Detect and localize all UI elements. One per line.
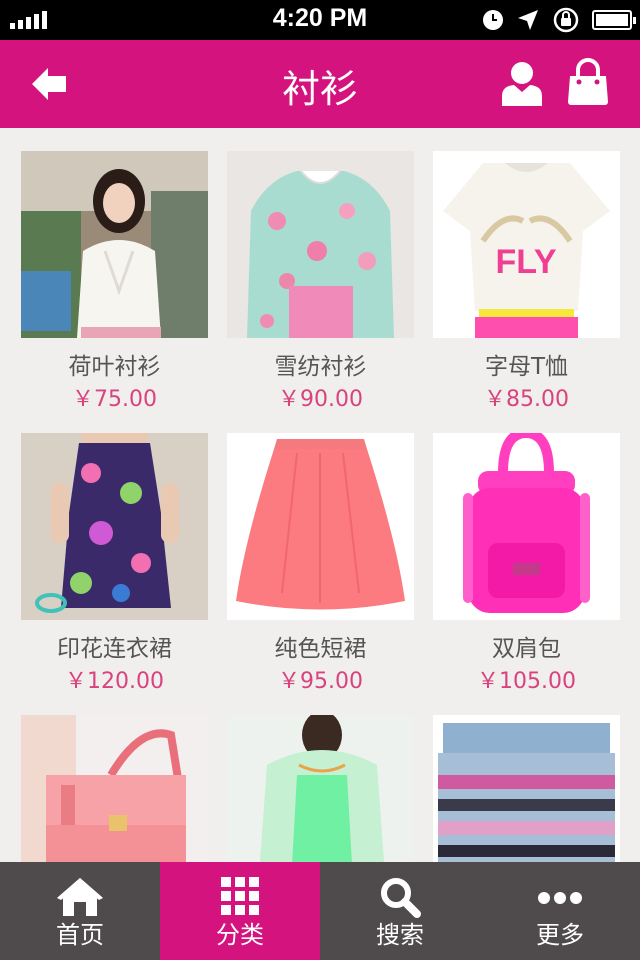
product-card[interactable]: 印花连衣裙 ￥120.00 [21, 433, 208, 696]
status-bar: 4:20 PM [0, 0, 640, 40]
product-card[interactable] [227, 715, 414, 862]
product-image[interactable] [433, 715, 620, 862]
battery-icon [592, 10, 636, 30]
product-price: ￥120.00 [65, 669, 164, 694]
home-icon [57, 878, 103, 916]
product-image[interactable] [227, 433, 414, 620]
product-card[interactable]: 雪纺衬衫 ￥90.00 [227, 151, 414, 414]
product-image[interactable] [21, 151, 208, 338]
product-card[interactable] [433, 715, 620, 862]
product-name: 印花连衣裙 [57, 636, 172, 662]
product-card[interactable]: 双肩包 ￥105.00 [433, 433, 620, 696]
product-name: 纯色短裙 [274, 636, 367, 662]
tshirt-print-text: FLY [495, 243, 556, 281]
product-card[interactable]: 荷叶衬衫 ￥75.00 [21, 151, 208, 414]
search-icon [381, 878, 421, 918]
page-title: 衬衫 [281, 67, 358, 111]
shopping-bag-icon[interactable] [566, 58, 610, 106]
tab-bar: 首页 分类 搜索 更多 [0, 862, 640, 960]
product-card[interactable] [21, 715, 208, 862]
product-name: 荷叶衬衫 [68, 354, 161, 380]
tab-label: 分类 [216, 921, 264, 949]
grid-icon [221, 877, 259, 915]
product-name: 双肩包 [492, 636, 561, 662]
product-image[interactable] [227, 151, 414, 338]
product-card[interactable]: 纯色短裙 ￥95.00 [227, 433, 414, 696]
product-card[interactable]: FLY 字母T恤 ￥85.00 [433, 151, 620, 414]
tab-label: 搜索 [376, 921, 424, 949]
clock-icon [483, 10, 503, 30]
product-grid: 荷叶衬衫 ￥75.00 雪纺衬衫 ￥90.00 FLY 字母T恤 ￥85.00 … [0, 128, 640, 862]
more-icon [538, 892, 582, 904]
product-price: ￥105.00 [477, 669, 576, 694]
product-image[interactable] [227, 715, 414, 862]
product-image[interactable] [21, 433, 208, 620]
tab-label: 更多 [536, 921, 584, 949]
product-price: ￥95.00 [278, 669, 363, 694]
product-image[interactable]: FLY [433, 151, 620, 338]
location-arrow-icon [518, 10, 538, 30]
product-name: 雪纺衬衫 [274, 354, 367, 380]
tab-label: 首页 [56, 921, 104, 949]
tab-search[interactable]: 搜索 [320, 862, 480, 960]
tab-more[interactable]: 更多 [480, 862, 640, 960]
tab-home[interactable]: 首页 [0, 862, 160, 960]
product-price: ￥85.00 [484, 387, 569, 412]
product-name: 字母T恤 [484, 354, 569, 380]
nav-bar: 衬衫 [0, 40, 640, 128]
tab-category[interactable]: 分类 [160, 862, 320, 960]
product-price: ￥75.00 [72, 387, 157, 412]
status-icons [482, 6, 636, 34]
user-icon[interactable] [500, 60, 544, 106]
product-image[interactable] [433, 433, 620, 620]
rotation-lock-icon [553, 7, 579, 33]
product-image[interactable] [21, 715, 208, 862]
product-price: ￥90.00 [278, 387, 363, 412]
